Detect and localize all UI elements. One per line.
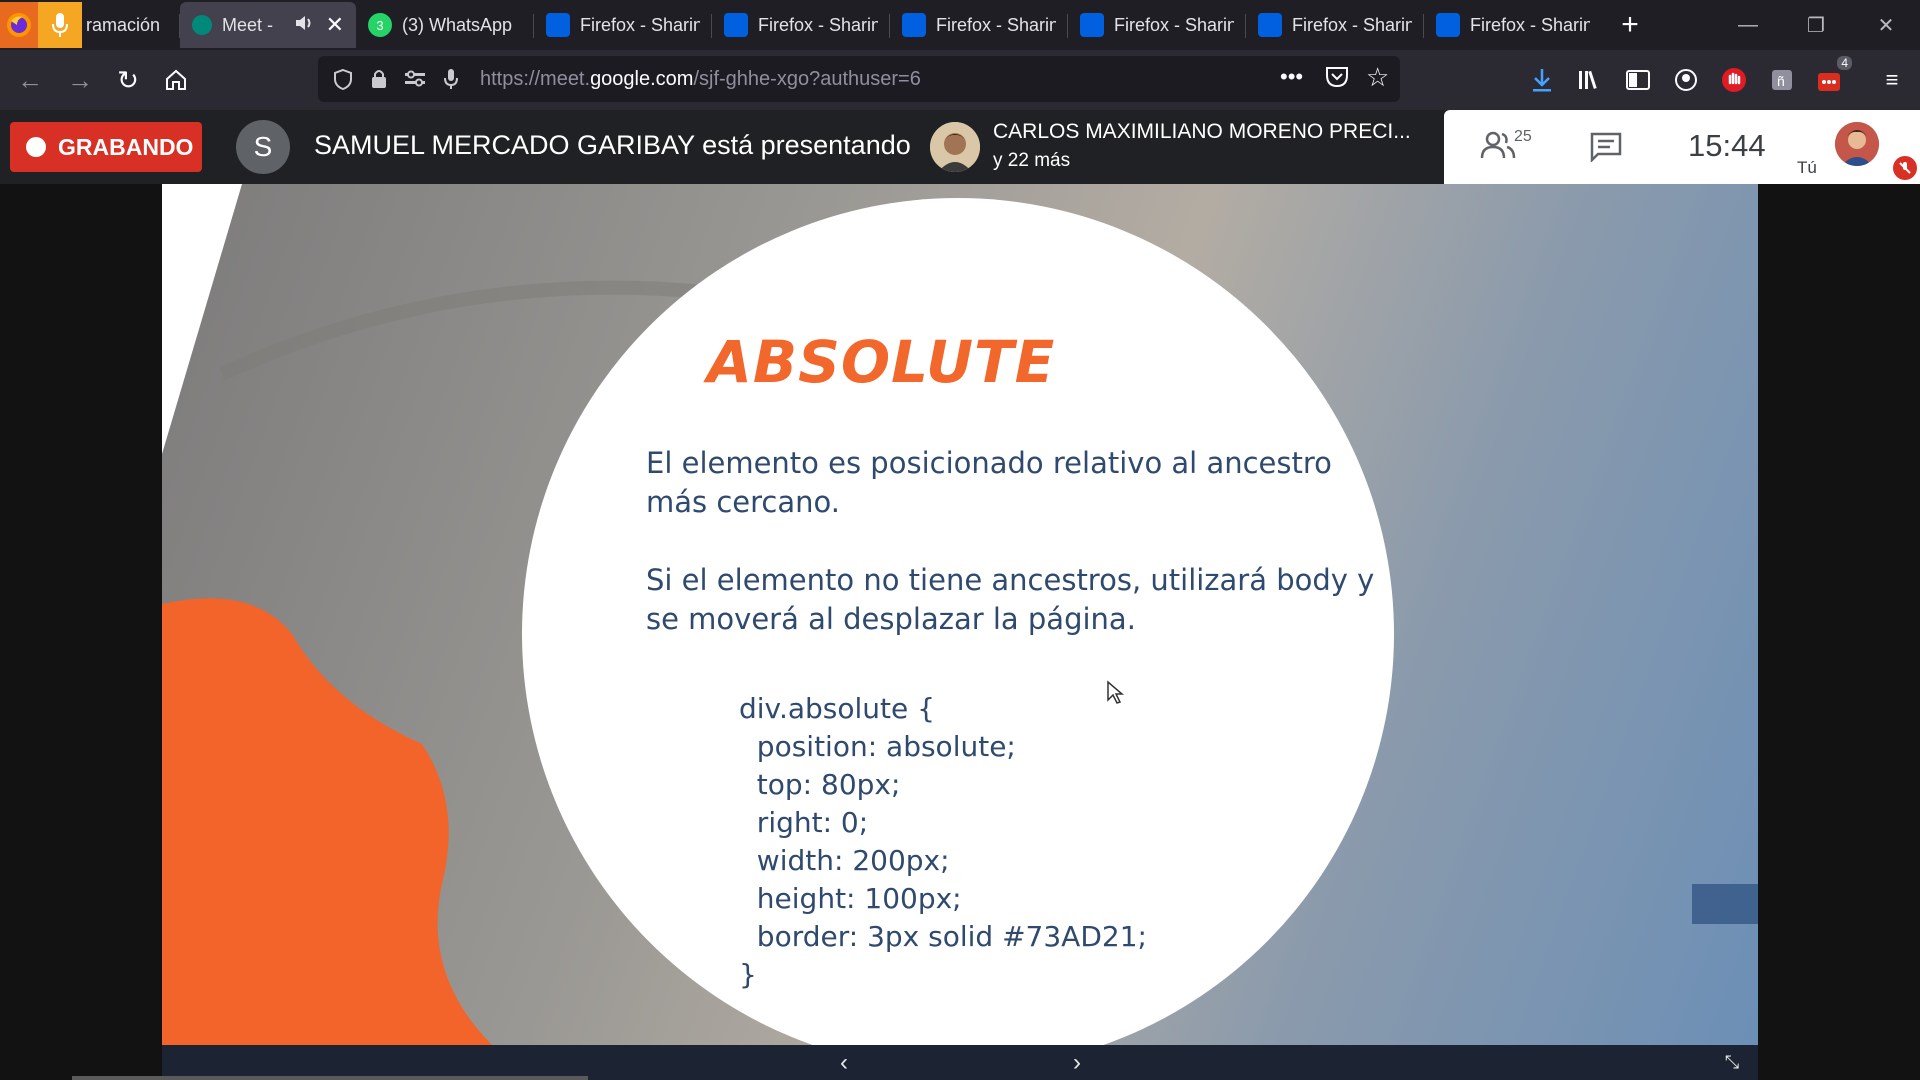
extension-puzzle-icon[interactable]: ñ: [1762, 60, 1802, 100]
slide-code-block: div.absolute { position: absolute; top: …: [739, 692, 1147, 991]
tab-label: Firefox - Sharin: [580, 14, 700, 35]
whatsapp-icon: 3: [368, 13, 392, 37]
tab-label: ramación: [86, 14, 161, 35]
library-icon[interactable]: [1570, 60, 1610, 100]
participant-count: 25: [1514, 128, 1532, 145]
presenter-avatar: S: [236, 120, 290, 174]
firefox-send-icon: [1258, 13, 1282, 37]
participants-icon[interactable]: [1480, 130, 1516, 165]
tab-label: Firefox - Sharin: [1470, 14, 1590, 35]
bookmark-star-icon[interactable]: ☆: [1366, 62, 1389, 93]
minimize-window-button[interactable]: —: [1714, 0, 1782, 50]
url-text[interactable]: https://meet.google.com/sjf-ghhe-xgo?aut…: [480, 68, 921, 91]
close-tab-icon[interactable]: ✕: [326, 12, 344, 38]
tab-firefox-send-2[interactable]: Firefox - Sharin: [712, 2, 890, 48]
pocket-icon[interactable]: [1325, 66, 1349, 94]
tab-firefox-send-6[interactable]: Firefox - Sharin: [1424, 2, 1602, 48]
presentation-progress-bar: [72, 1076, 588, 1080]
active-speaker-name: CARLOS MAXIMILIANO MORENO PRECI...: [993, 120, 1411, 143]
hamburger-menu-icon[interactable]: ≡: [1872, 60, 1912, 100]
tracking-protection-shield-icon[interactable]: [330, 66, 356, 92]
url-path: /sjf-ghhe-xgo?authuser=6: [693, 67, 921, 90]
url-domain: google.com: [590, 67, 694, 90]
firefox-send-icon: [1436, 13, 1460, 37]
slide-paragraph-2-line-2: se moverá al desplazar la página.: [646, 602, 1136, 636]
navigation-toolbar: ← → ↻ https://meet.google.com/sjf-ghhe-x…: [0, 50, 1920, 110]
self-label: Tú: [1797, 158, 1817, 177]
google-meet-icon: [192, 15, 212, 35]
close-window-button[interactable]: ✕: [1852, 0, 1920, 50]
tab-firefox-send-3[interactable]: Firefox - Sharin: [890, 2, 1068, 48]
reload-icon[interactable]: ↻: [104, 56, 152, 104]
tab-firefox-send-1[interactable]: Firefox - Sharin: [534, 2, 712, 48]
permissions-icon[interactable]: [402, 66, 428, 92]
other-participants-count: y 22 más: [993, 150, 1071, 171]
page-actions-menu-icon[interactable]: •••: [1280, 64, 1303, 90]
tab-meet[interactable]: Meet - ✕: [180, 2, 356, 48]
slide-navigation-bar: ‹ › ⤡: [162, 1045, 1758, 1080]
microphone-permission-icon[interactable]: [438, 66, 464, 92]
tab-label: Firefox - Sharin: [936, 14, 1056, 35]
exit-fullscreen-icon[interactable]: ⤡: [1712, 1045, 1752, 1080]
slide-paragraph-1-line-2: más cercano.: [646, 485, 840, 519]
chat-icon[interactable]: [1590, 132, 1622, 167]
lock-icon[interactable]: [366, 66, 392, 92]
tab-firefox-send-4[interactable]: Firefox - Sharin: [1068, 2, 1246, 48]
tab-label: Firefox - Sharin: [758, 14, 878, 35]
tab-label: Firefox - Sharin: [1292, 14, 1412, 35]
back-arrow-icon[interactable]: ←: [6, 56, 54, 104]
recording-indicator[interactable]: GRABANDO: [10, 122, 202, 172]
firefox-send-icon: [724, 13, 748, 37]
tab-whatsapp[interactable]: 3 (3) WhatsApp: [356, 2, 534, 48]
firefox-send-icon: [546, 13, 570, 37]
mic-muted-icon: [1893, 156, 1917, 180]
tab-firefox-send-5[interactable]: Firefox - Sharin: [1246, 2, 1424, 48]
slide-paragraph-2-line-1: Si el elemento no tiene ancestros, utili…: [646, 563, 1375, 597]
previous-slide-chevron-icon[interactable]: ‹: [824, 1045, 864, 1080]
restore-window-button[interactable]: ❐: [1782, 0, 1850, 50]
slide-title: ABSOLUTE: [707, 328, 1056, 396]
next-slide-chevron-icon[interactable]: ›: [1057, 1045, 1097, 1080]
account-icon[interactable]: [1666, 60, 1706, 100]
extension-with-badge-icon[interactable]: 4: [1810, 56, 1852, 100]
self-avatar[interactable]: [1835, 122, 1879, 166]
microphone-in-use-icon[interactable]: [38, 2, 82, 48]
forward-arrow-icon[interactable]: →: [56, 56, 104, 104]
sidebar-toggle-icon[interactable]: [1618, 60, 1658, 100]
tab-label: Firefox - Sharin: [1114, 14, 1234, 35]
browser-tab-strip: ramación Meet - ✕ 3 (3) WhatsApp Firefox…: [0, 0, 1920, 50]
firefox-logo-icon[interactable]: [0, 2, 38, 48]
address-bar[interactable]: https://meet.google.com/sjf-ghhe-xgo?aut…: [318, 56, 1400, 102]
recording-label: GRABANDO: [58, 133, 194, 160]
firefox-send-icon: [1080, 13, 1104, 37]
presenting-status-text: SAMUEL MERCADO GARIBAY está presentando: [314, 130, 911, 160]
tab-programacion[interactable]: ramación: [82, 2, 180, 48]
home-icon[interactable]: [152, 56, 200, 104]
active-speaker-avatar[interactable]: [930, 122, 980, 172]
tab-label: Meet -: [222, 14, 274, 35]
meeting-clock: 15:44: [1688, 128, 1766, 163]
recording-dot-icon: [26, 137, 46, 157]
slide-paragraph-1-line-1: El elemento es posicionado relativo al a…: [646, 446, 1332, 480]
mouse-cursor-icon: [1106, 680, 1125, 711]
firefox-send-icon: [902, 13, 926, 37]
new-tab-button[interactable]: +: [1602, 0, 1658, 50]
raise-hand-extension-icon[interactable]: [1714, 60, 1754, 100]
svg-text:ñ: ñ: [1777, 73, 1785, 89]
extension-badge-count: 4: [1837, 56, 1852, 70]
url-prefix: https://meet.: [480, 67, 591, 90]
speaker-audio-icon[interactable]: [294, 13, 316, 38]
tab-label: (3) WhatsApp: [402, 14, 513, 35]
downloads-icon[interactable]: [1522, 60, 1562, 100]
